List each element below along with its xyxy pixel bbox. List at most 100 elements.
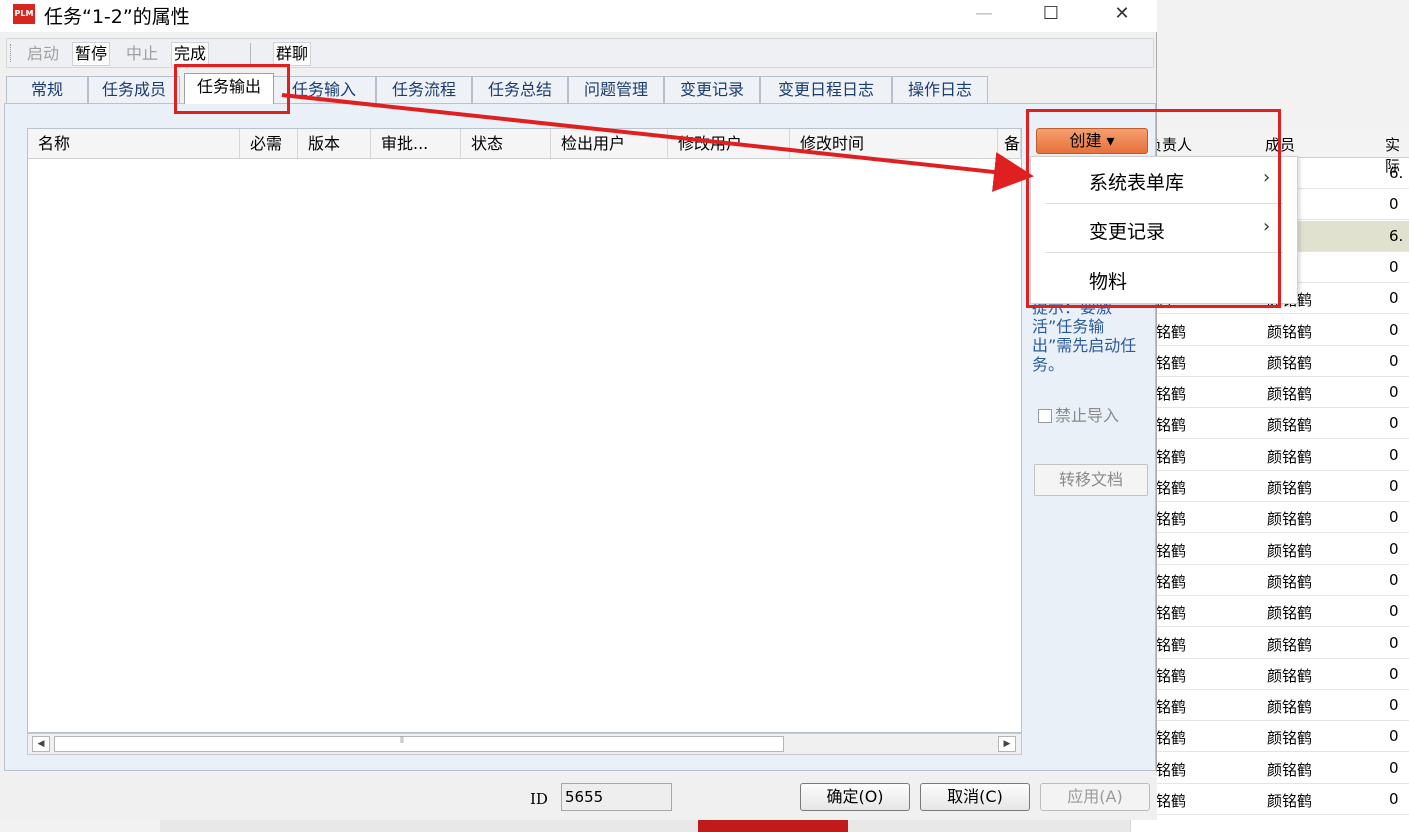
background-cell: 0 (1389, 727, 1399, 746)
tab-task-summary[interactable]: 任务总结 (472, 76, 568, 103)
background-cell: 0 (1389, 414, 1399, 433)
tab-task-members[interactable]: 任务成员 (88, 76, 180, 103)
cancel-button[interactable]: 取消(C) (920, 783, 1030, 811)
start-button[interactable]: 启动 (24, 42, 62, 66)
bg-col-member: 成员 (1265, 136, 1296, 154)
background-cell: 0 (1389, 570, 1399, 589)
menu-separator (1045, 203, 1283, 204)
background-cell: 0 (1389, 633, 1399, 652)
background-cell: 0 (1389, 477, 1399, 495)
background-table-row: 颜铭鹤 颜铭鹤 0 (1131, 346, 1409, 377)
background-cell: 0 (1389, 257, 1399, 276)
col-remark[interactable]: 备 (998, 129, 1021, 158)
forbid-import-checkbox[interactable]: 禁止导入 (1038, 402, 1119, 426)
tab-operation-log[interactable]: 操作日志 (892, 76, 988, 103)
background-cell: 颜铭鹤 (1267, 792, 1313, 810)
submenu-chevron-icon: › (1263, 216, 1271, 237)
background-cell: 0 (1389, 351, 1399, 370)
scrollbar-grip-icon: ⦀ (400, 736, 404, 746)
background-table-row: 颜铭鹤 颜铭鹤 0 (1131, 628, 1409, 659)
background-cell: 颜铭鹤 (1267, 479, 1313, 497)
col-checkout-user[interactable]: 检出用户 (551, 129, 668, 158)
menu-separator (1045, 252, 1283, 253)
maximize-button[interactable]: ☐ (1028, 0, 1074, 30)
tab-task-output[interactable]: 任务输出 (184, 73, 274, 104)
background-cell: 颜铭鹤 (1267, 353, 1313, 372)
scroll-right-icon[interactable]: ▶ (998, 736, 1016, 752)
col-approval[interactable]: 审批... (371, 129, 461, 158)
complete-button[interactable]: 完成 (171, 42, 210, 66)
activation-hint: 提示：要激活”任务输出”需先启动任务。 (1032, 298, 1137, 374)
dialog-footer: ID 5655 确定(O) 取消(C) 应用(A) (0, 772, 1157, 820)
background-table-row: 颜铭鹤 颜铭鹤 0 (1131, 440, 1409, 471)
background-table-row: 颜铭鹤 颜铭鹤 0 (1131, 596, 1409, 628)
col-name[interactable]: 名称 (28, 129, 240, 158)
output-table-header: 名称 必需 版本 审批... 状态 检出用户 修改用户 修改时间 备 (28, 129, 1021, 159)
ok-button[interactable]: 确定(O) (800, 783, 910, 811)
id-field: 5655 (561, 783, 672, 811)
background-table-row: 颜铭鹤 颜铭鹤 0 (1131, 753, 1409, 784)
pause-button[interactable]: 暂停 (72, 42, 111, 66)
background-cell: 0 (1389, 508, 1399, 527)
checkbox-box[interactable] (1038, 409, 1052, 423)
background-table-row: 颜铭鹤 颜铭鹤 0 (1131, 471, 1409, 502)
horizontal-scrollbar[interactable]: ◀ ⦀ ▶ (27, 733, 1022, 755)
menu-item-system-form-library[interactable]: 系统表单库 › (1031, 157, 1297, 203)
plm-app-icon: PLM (13, 4, 35, 24)
title-bar: PLM 任务“1-2”的属性 — ☐ ✕ (0, 0, 1157, 32)
col-status[interactable]: 状态 (461, 129, 551, 158)
background-status-cell (698, 820, 848, 832)
col-version[interactable]: 版本 (298, 129, 371, 158)
background-cell: 0 (1389, 790, 1399, 808)
apply-button[interactable]: 应用(A) (1040, 783, 1150, 811)
minimize-button[interactable]: — (961, 0, 1007, 30)
task-properties-dialog: PLM 任务“1-2”的属性 — ☐ ✕ 启动 暂停 中止 完成 群聊 常规 任… (0, 0, 1157, 820)
background-cell: 6. (1389, 226, 1404, 245)
background-table-row: 颜铭鹤 颜铭鹤 0 (1131, 534, 1409, 565)
background-table-row: 颜铭鹤 颜铭鹤 0 (1131, 315, 1409, 346)
background-cell: 颜铭鹤 (1267, 572, 1313, 591)
menu-item-change-record[interactable]: 变更记录 › (1031, 206, 1297, 252)
background-cell: 颜铭鹤 (1267, 760, 1313, 779)
background-cell: 颜铭鹤 (1267, 666, 1313, 685)
window-title: 任务“1-2”的属性 (44, 6, 190, 28)
col-modify-user[interactable]: 修改用户 (668, 129, 790, 158)
background-table-row: 颜铭鹤 颜铭鹤 0 (1131, 784, 1409, 815)
background-cell: 颜铭鹤 (1267, 729, 1313, 748)
background-table-row: 颜铭鹤 颜铭鹤 0 (1131, 408, 1409, 440)
submenu-chevron-icon: › (1263, 167, 1271, 188)
tab-change-record[interactable]: 变更记录 (664, 76, 760, 103)
background-cell: 0 (1389, 289, 1399, 308)
background-cell: 颜铭鹤 (1267, 541, 1313, 560)
scrollbar-thumb[interactable] (54, 736, 784, 752)
tab-task-flow[interactable]: 任务流程 (376, 76, 472, 103)
tab-general[interactable]: 常规 (6, 76, 88, 103)
tab-issue-management[interactable]: 问题管理 (568, 76, 664, 103)
toolbar-separator (250, 43, 251, 64)
col-required[interactable]: 必需 (240, 129, 298, 158)
group-chat-button[interactable]: 群聊 (273, 42, 312, 66)
close-button[interactable]: ✕ (1099, 0, 1145, 30)
background-cell: 0 (1389, 539, 1399, 558)
background-table-row: 颜铭鹤 颜铭鹤 0 (1131, 659, 1409, 690)
background-cell: 0 (1389, 445, 1399, 464)
background-cell: 0 (1389, 664, 1399, 683)
background-table-row: 颜铭鹤 颜铭鹤 0 (1131, 565, 1409, 596)
background-cell: 0 (1389, 195, 1399, 214)
tab-change-schedule-log[interactable]: 变更日程日志 (760, 76, 892, 103)
background-table-row: 颜铭鹤 颜铭鹤 0 (1131, 721, 1409, 753)
background-cell: 颜铭鹤 (1267, 322, 1313, 341)
menu-item-label: 变更记录 (1089, 221, 1166, 243)
scroll-left-icon[interactable]: ◀ (32, 736, 50, 752)
create-button[interactable]: 创建 ▾ (1036, 128, 1148, 154)
background-cell: 颜铭鹤 (1267, 385, 1313, 404)
col-modify-time[interactable]: 修改时间 (790, 129, 998, 158)
background-bottom-row (160, 820, 1130, 832)
stop-button[interactable]: 中止 (123, 42, 161, 66)
background-cell: 颜铭鹤 (1267, 447, 1313, 466)
background-cell: 颜铭鹤 (1267, 510, 1313, 529)
transfer-document-button[interactable]: 转移文档 (1034, 464, 1148, 496)
tab-task-input[interactable]: 任务输入 (272, 76, 376, 103)
menu-item-material[interactable]: 物料 (1031, 256, 1297, 302)
toolbar-grip (10, 44, 12, 62)
